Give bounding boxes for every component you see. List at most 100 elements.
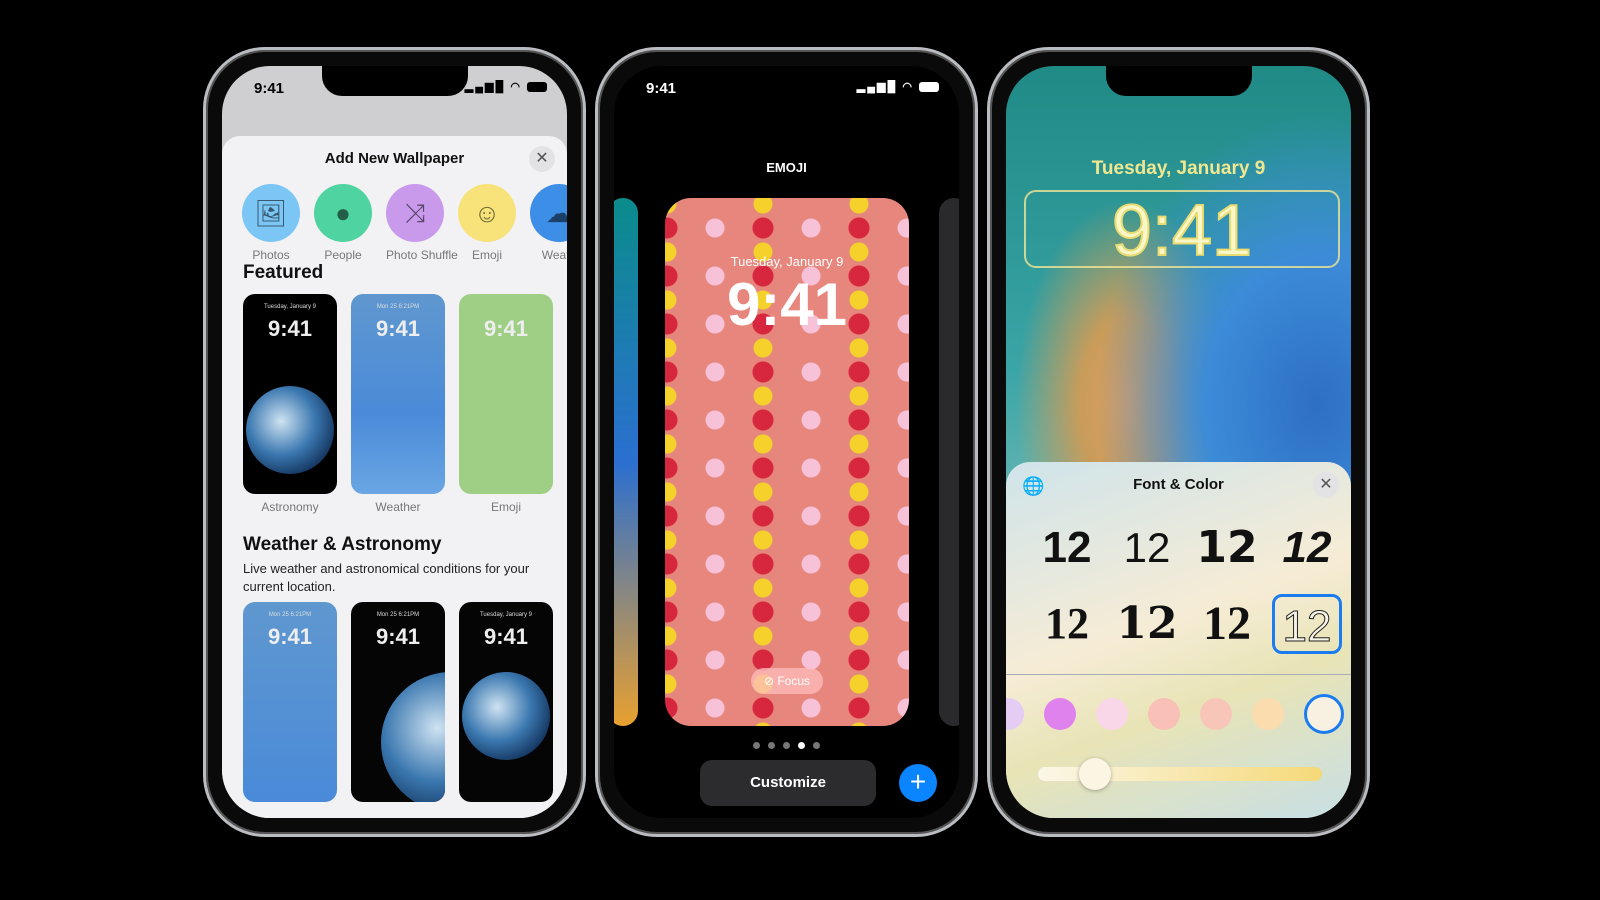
weather-astronomy-wallpaper[interactable]: Mon 25 6:21PM 9:41 bbox=[243, 602, 337, 808]
status-time: 9:41 bbox=[254, 80, 285, 97]
focus-button[interactable]: ⊘ Focus bbox=[751, 668, 823, 694]
color-swatch[interactable] bbox=[1044, 698, 1076, 730]
add-wallpaper-sheet: Add New Wallpaper ✕ 🖼 Photos ● People ⤨ Photo… bbox=[222, 136, 567, 818]
section-title: Weather & Astronomy bbox=[243, 534, 442, 555]
wallpaper-thumbnail: Tuesday, January 9 9:41 bbox=[459, 602, 553, 802]
preview-date: Tuesday, January 9 bbox=[730, 254, 844, 269]
wallpaper-type-title: EMOJI bbox=[766, 160, 807, 175]
earth-image bbox=[462, 672, 550, 760]
page-dot[interactable] bbox=[753, 742, 760, 749]
color-swatch[interactable] bbox=[1200, 698, 1232, 730]
category-photos[interactable]: 🖼 Photos bbox=[242, 184, 300, 262]
previous-wallpaper[interactable] bbox=[614, 198, 638, 726]
wallpaper-label: Astronomy bbox=[261, 500, 319, 514]
category-emoji[interactable]: ☺ Emoji bbox=[458, 184, 516, 262]
screen: 9:41 ▂▄▆█ ◠ Add New Wallpaper ✕ 🖼 Photos ● P… bbox=[222, 66, 567, 818]
phone-font-color: Tuesday, January 9 9:41 🌐 Font & Color ✕… bbox=[987, 47, 1370, 837]
page-dot[interactable] bbox=[783, 742, 790, 749]
battery-icon bbox=[919, 82, 939, 93]
font-option[interactable]: 12 bbox=[1032, 518, 1102, 578]
thumbnail-time: 9:41 bbox=[483, 316, 529, 341]
font-option[interactable]: 12 bbox=[1112, 594, 1182, 654]
category-label: Photos bbox=[252, 248, 290, 262]
section-description: Live weather and astronomical conditions… bbox=[243, 561, 530, 594]
status-bar: 9:41 ▂▄▆█ ◠ bbox=[222, 80, 567, 100]
category-label: People bbox=[324, 248, 362, 262]
phone-add-wallpaper: 9:41 ▂▄▆█ ◠ Add New Wallpaper ✕ 🖼 Photos ● P… bbox=[203, 47, 586, 837]
thumbnail-date: Tuesday, January 9 bbox=[263, 304, 317, 310]
font-option[interactable]: 12 bbox=[1112, 518, 1182, 578]
font-option[interactable]: 12 bbox=[1192, 594, 1262, 654]
thumbnail-time: 9:41 bbox=[375, 624, 421, 649]
signal-icon: ▂▄▆█ bbox=[856, 81, 898, 93]
featured-title: Featured bbox=[243, 262, 324, 283]
signal-icon: ▂▄▆█ bbox=[464, 81, 506, 93]
thumbnail-date: Mon 25 6:21PM bbox=[376, 612, 420, 618]
font-option[interactable]: 12 bbox=[1272, 518, 1342, 578]
thumbnail-time: 9:41 bbox=[483, 624, 529, 649]
color-swatch[interactable] bbox=[1304, 694, 1344, 734]
weather-astronomy-wallpaper[interactable]: Tuesday, January 9 9:41 bbox=[459, 602, 553, 808]
color-swatches bbox=[1006, 694, 1344, 734]
page-dot[interactable] bbox=[768, 742, 775, 749]
page-indicator[interactable] bbox=[614, 736, 959, 754]
slider-knob[interactable] bbox=[1078, 758, 1111, 790]
status-bar: 9:41 ▂▄▆█ ◠ bbox=[614, 80, 959, 100]
close-button[interactable]: ✕ bbox=[1313, 472, 1339, 498]
category-photo-shuffle[interactable]: ⤨ Photo Shuffle bbox=[386, 184, 458, 262]
cloud-sun-icon: ☁ bbox=[530, 184, 567, 242]
wifi-icon: ◠ bbox=[902, 81, 914, 93]
page-dot[interactable] bbox=[798, 742, 805, 749]
category-label: Emoji bbox=[471, 248, 502, 262]
phone-emoji: 9:41 ▂▄▆█ ◠ EMOJI Tuesday, January 9 9:41… bbox=[595, 47, 978, 837]
font-option[interactable]: 12 bbox=[1272, 594, 1342, 654]
featured-wallpaper[interactable]: 9:41 Emoji bbox=[459, 294, 553, 514]
customize-button[interactable]: Customize bbox=[700, 760, 876, 806]
sheet-title: Font & Color bbox=[1133, 476, 1224, 493]
wallpaper-label: Emoji bbox=[490, 500, 521, 514]
photos-icon: 🖼 bbox=[242, 184, 300, 242]
category-label: Weath bbox=[541, 248, 567, 262]
color-swatch[interactable] bbox=[1096, 698, 1128, 730]
color-swatch[interactable] bbox=[1006, 698, 1024, 730]
thumbnail-time: 9:41 bbox=[375, 316, 421, 341]
weather-astronomy-wallpaper[interactable]: Mon 25 6:21PM 9:41 bbox=[351, 602, 445, 808]
thumbnail-date: Mon 25 6:21PM bbox=[268, 612, 312, 618]
category-row: 🖼 Photos ● People ⤨ Photo Shuffle☺ Emoji ☁ Weath bbox=[242, 184, 567, 262]
sheet-title: Add New Wallpaper bbox=[324, 150, 465, 167]
screen: 9:41 ▂▄▆█ ◠ EMOJI Tuesday, January 9 9:41… bbox=[614, 66, 959, 818]
divider bbox=[1006, 674, 1351, 675]
font-option[interactable]: 12 bbox=[1032, 594, 1102, 654]
category-weath[interactable]: ☁ Weath bbox=[530, 184, 567, 262]
battery-icon bbox=[527, 82, 547, 93]
page-dot[interactable] bbox=[813, 742, 820, 749]
earth-image bbox=[381, 672, 445, 802]
color-swatch[interactable] bbox=[1252, 698, 1284, 730]
smiley-icon: ☺ bbox=[458, 184, 516, 242]
category-people[interactable]: ● People bbox=[314, 184, 372, 262]
color-slider[interactable] bbox=[1038, 758, 1322, 790]
featured-wallpaper[interactable]: Tuesday, January 9 9:41 Astronomy bbox=[243, 294, 337, 514]
add-button[interactable]: + bbox=[899, 764, 937, 802]
thumbnail-time: 9:41 bbox=[267, 316, 313, 341]
category-label: Photo Shuffle bbox=[386, 248, 458, 262]
weather-astronomy-list: Mon 25 6:21PM 9:41 Mon 25 6:21PM 9:41 Tuesda… bbox=[243, 602, 553, 808]
font-option[interactable]: 12 bbox=[1192, 518, 1262, 578]
earth-image bbox=[246, 386, 334, 474]
color-swatch[interactable] bbox=[1148, 698, 1180, 730]
featured-wallpaper[interactable]: Mon 25 6:21PM 9:41 Weather bbox=[351, 294, 445, 514]
thumbnail-date: Mon 25 6:21PM bbox=[376, 304, 420, 310]
lock-date: Tuesday, January 9 bbox=[1091, 158, 1266, 179]
wallpaper-thumbnail: Tuesday, January 9 9:41 bbox=[243, 294, 337, 494]
lock-clock[interactable]: 9:41 bbox=[1024, 190, 1340, 271]
person-icon: ● bbox=[314, 184, 372, 242]
close-button[interactable]: ✕ bbox=[529, 146, 555, 172]
preview-time: 9:41 bbox=[726, 271, 848, 338]
thumbnail-date: Tuesday, January 9 bbox=[479, 612, 533, 618]
status-icons: ▂▄▆█ ◠ bbox=[857, 80, 939, 93]
next-wallpaper[interactable] bbox=[939, 198, 959, 726]
notch bbox=[1105, 66, 1252, 96]
emoji-wallpaper-preview[interactable]: Tuesday, January 9 9:41 ⊘ Focus bbox=[665, 198, 909, 726]
wallpaper-label: Weather bbox=[375, 500, 421, 514]
font-color-sheet: 🌐 Font & Color ✕ 12 12 12 12 12 12 12 12 bbox=[1006, 462, 1351, 818]
